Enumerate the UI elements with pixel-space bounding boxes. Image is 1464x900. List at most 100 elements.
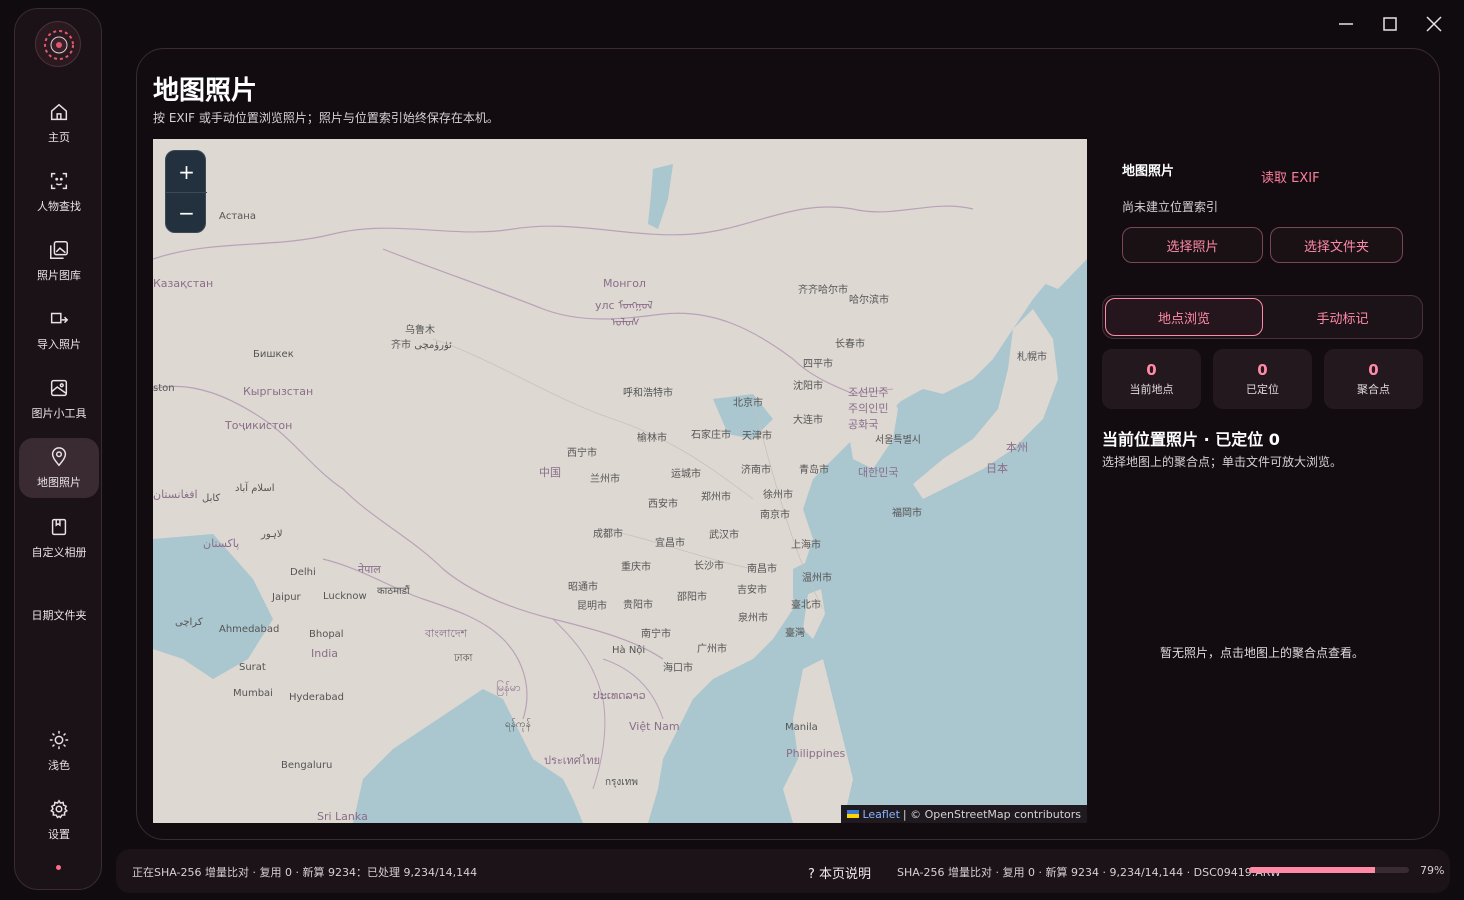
minimize-button[interactable] xyxy=(1334,12,1358,36)
face-scan-icon xyxy=(50,172,68,190)
leaflet-link[interactable]: Leaflet xyxy=(862,808,899,821)
map-label: 福岡市 xyxy=(892,508,922,519)
map-label: کابل xyxy=(202,493,221,504)
tab-place-browse[interactable]: 地点浏览 xyxy=(1105,298,1263,336)
map-label: ရန်ကုန် xyxy=(505,719,531,730)
sidebar-item-label: 日期文件夹 xyxy=(31,609,87,622)
map-label: 中国 xyxy=(539,466,561,479)
sidebar-item-import[interactable]: 导入照片 xyxy=(19,300,99,360)
map-label: 郑州市 xyxy=(701,492,731,503)
sidebar-item-custom-album[interactable]: 自定义相册 xyxy=(19,508,99,568)
sidebar-item-label: 导入照片 xyxy=(37,338,81,351)
view-mode-tabs: 地点浏览 手动标记 xyxy=(1102,295,1423,339)
map-label: 南宁市 xyxy=(641,629,671,640)
sidebar-item-date-folders[interactable]: 日期文件夹 xyxy=(19,593,99,637)
map-label: لاہور xyxy=(261,529,283,540)
map-label: کراچی xyxy=(175,617,203,628)
map-pin-icon xyxy=(51,447,67,467)
select-folder-button[interactable]: 选择文件夹 xyxy=(1270,227,1403,263)
map-label: 武汉市 xyxy=(709,530,739,541)
map-label: Mumbai xyxy=(233,688,273,699)
close-button[interactable] xyxy=(1422,12,1446,36)
maximize-icon xyxy=(1383,17,1397,31)
zoom-in-button[interactable]: + xyxy=(166,151,207,192)
theme-toggle[interactable]: 浅色 xyxy=(19,721,99,781)
map-label: Philippines xyxy=(786,747,846,760)
close-icon xyxy=(1426,16,1442,32)
map-attribution: Leaflet | © OpenStreetMap contributors xyxy=(841,805,1087,823)
map-label: Bhopal xyxy=(309,629,344,640)
tab-manual-mark[interactable]: 手动标记 xyxy=(1265,298,1420,336)
read-exif-button[interactable]: 读取 EXIF xyxy=(1261,167,1320,186)
map-label: Hyderabad xyxy=(289,692,344,703)
map-label: ston xyxy=(153,383,175,394)
sidebar-item-gallery[interactable]: 照片图库 xyxy=(19,231,99,291)
ukraine-flag-icon xyxy=(847,810,860,818)
map-label: বাংলাদেশ xyxy=(425,627,468,640)
map-label: 重庆市 xyxy=(621,562,651,573)
sidebar-item-label: 地图照片 xyxy=(37,476,81,489)
map-label: 青岛市 xyxy=(799,465,829,476)
sidebar-item-map-photos[interactable]: 地图照片 xyxy=(19,438,99,498)
status-text: 正在SHA-256 增量比对 · 复用 0 · 新算 9234：已处理 9,23… xyxy=(132,866,478,879)
map-label: 运城市 xyxy=(671,469,701,480)
sidebar-item-image-tools[interactable]: 图片小工具 xyxy=(19,369,99,429)
progress-bar xyxy=(1249,867,1409,873)
map-label: 大连市 xyxy=(793,415,823,426)
page-title: 地图照片 xyxy=(153,76,258,106)
zoom-out-button[interactable]: − xyxy=(166,192,207,233)
map-label: Кыргызстан xyxy=(243,385,314,398)
settings-button[interactable]: 设置 xyxy=(19,790,99,850)
map-label: Ahmedabad xyxy=(219,624,280,635)
map-label: Surat xyxy=(239,662,266,673)
progress-fill xyxy=(1249,867,1376,873)
sidebar-item-home[interactable]: 主页 xyxy=(19,93,99,153)
map-label: नेपाल xyxy=(358,563,381,576)
map-view[interactable]: Астана Казақстан Монгол улс ᠮᠣᠩᠭᠣᠯ ᠤᠯᠤᠰ … xyxy=(153,139,1087,823)
status-dot xyxy=(56,865,61,870)
map-label: 泉州市 xyxy=(738,613,768,624)
page-help-button[interactable]: ? 本页说明 xyxy=(808,863,871,882)
map-label: 邵阳市 xyxy=(677,592,707,603)
zoom-control: + − xyxy=(165,150,207,233)
map-label: India xyxy=(311,647,338,660)
map-label: 대한민국 xyxy=(858,466,899,479)
index-status: 尚未建立位置索引 xyxy=(1122,200,1219,214)
progress-detail: SHA-256 增量比对 · 复用 0 · 新算 9234 · 9,234/14… xyxy=(897,866,1281,879)
map-label: 徐州市 xyxy=(763,490,793,501)
app-logo xyxy=(35,21,81,67)
map-label: 北京市 xyxy=(733,398,763,409)
map-label: မြန်မာ xyxy=(496,681,521,694)
map-label: 조선민주주의인민공화국 xyxy=(848,386,889,431)
map-label: 宜昌市 xyxy=(655,538,685,549)
current-location-title: 当前位置照片 · 已定位 0 xyxy=(1102,430,1280,449)
map-label: 沈阳市 xyxy=(793,381,823,392)
map-label: Sri Lanka xyxy=(317,810,368,823)
map-label: 四平市 xyxy=(803,359,833,370)
map-label: ประเทศไทย xyxy=(544,754,601,767)
progress-percent: 79% xyxy=(1420,864,1445,877)
map-label: ᠤᠯᠤᠰ xyxy=(611,316,640,329)
maximize-button[interactable] xyxy=(1378,12,1402,36)
gear-icon xyxy=(50,799,68,819)
map-label: پاکستان xyxy=(203,537,240,550)
stat-located: 0 已定位 xyxy=(1213,349,1312,409)
sidebar-item-people[interactable]: 人物查找 xyxy=(19,162,99,222)
page-subtitle: 按 EXIF 或手动位置浏览照片；照片与位置索引始终保存在本机。 xyxy=(153,111,499,125)
map-label: 臺北市 xyxy=(791,600,821,611)
map-label: Việt Nam xyxy=(629,720,680,733)
settings-label: 设置 xyxy=(48,828,70,841)
stat-label: 已定位 xyxy=(1246,383,1279,396)
map-label: 哈尔滨市 xyxy=(849,295,889,306)
map-label: Монгол xyxy=(603,277,646,290)
sidebar-item-label: 人物查找 xyxy=(37,200,81,213)
select-photos-button[interactable]: 选择照片 xyxy=(1122,227,1263,263)
stat-value: 0 xyxy=(1368,361,1379,379)
image-tool-icon xyxy=(50,379,68,397)
map-label: 呼和浩特市 xyxy=(623,388,673,399)
map-label: Lucknow xyxy=(323,591,367,602)
theme-label: 浅色 xyxy=(48,759,70,772)
map-label: काठमाडौं xyxy=(377,586,410,597)
import-icon xyxy=(50,312,69,324)
map-label: ঢাকা xyxy=(454,653,473,664)
